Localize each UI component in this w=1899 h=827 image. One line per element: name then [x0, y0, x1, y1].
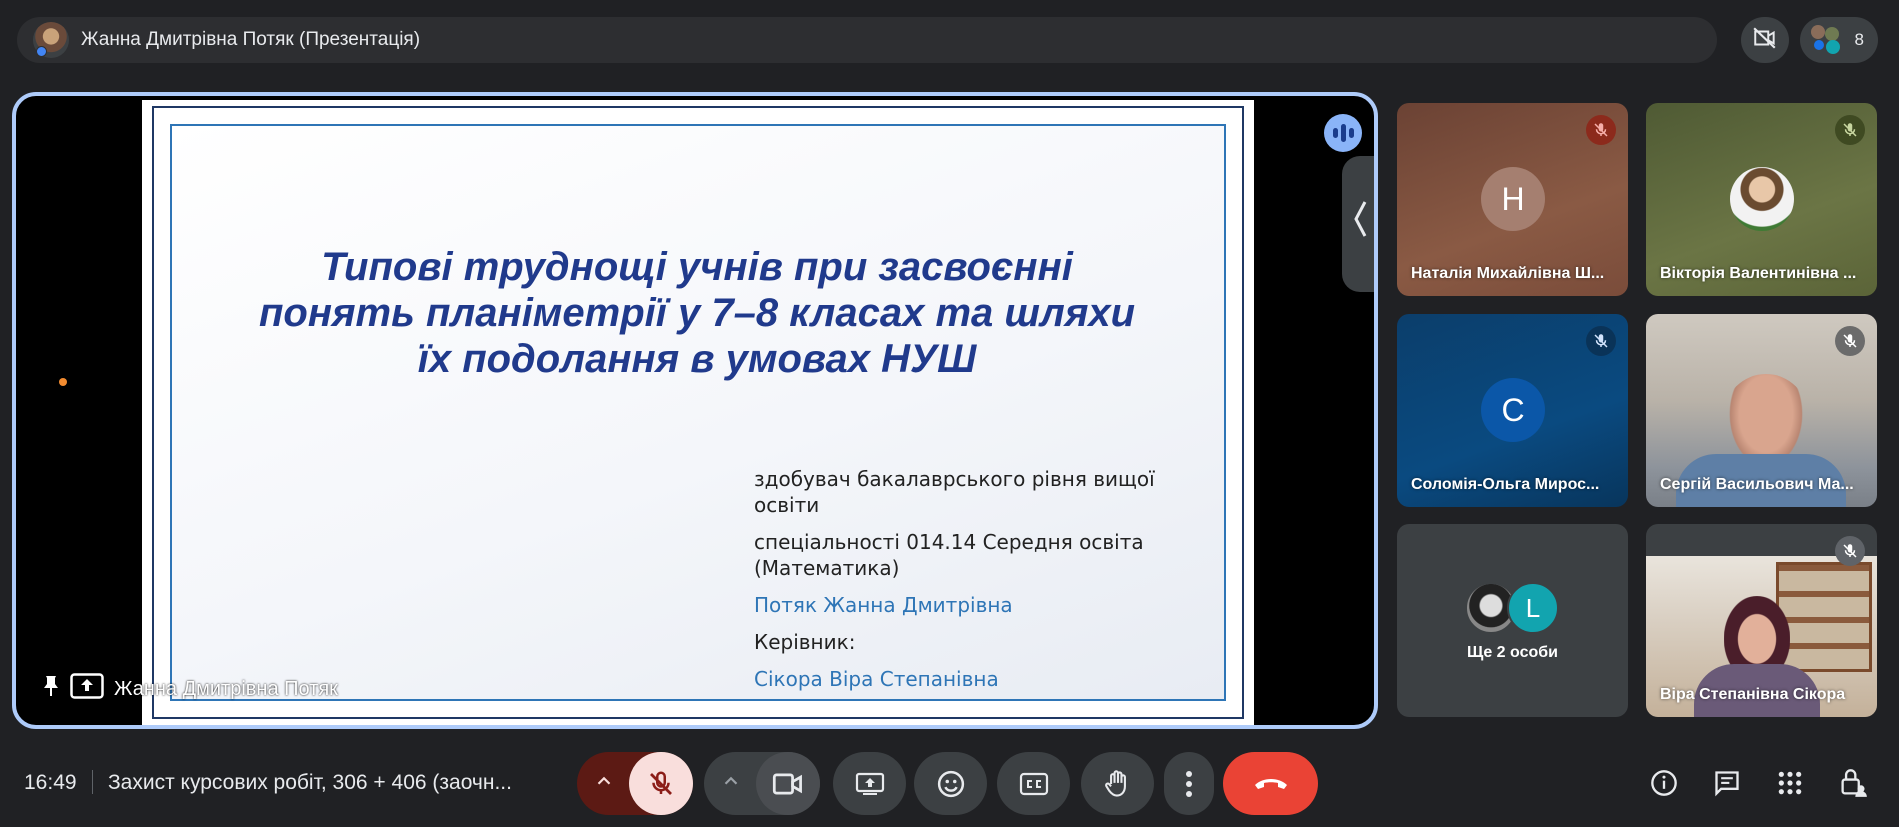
mic-off-icon: [1835, 536, 1865, 566]
presentation-stage[interactable]: Типові труднощі учнів при засвоєнні поня…: [12, 92, 1378, 729]
mic-off-icon: [1586, 326, 1616, 356]
slide-supervisor-label: Керівник:: [754, 630, 856, 654]
slide-title-line: понять планіметрії у 7–8 класах та шляхи: [258, 291, 1136, 335]
meeting-details-button[interactable]: [1646, 765, 1682, 801]
slide-title-line: Типові труднощі учнів при засвоєнні: [321, 245, 1073, 289]
participant-name: Сергій Васильович Ма...: [1660, 476, 1854, 493]
camera-icon: [772, 772, 802, 795]
audio-options-button[interactable]: [593, 770, 615, 792]
participant-tile[interactable]: Сергій Васильович Ма...: [1646, 314, 1877, 507]
slide-supervisor-name: Сікора Віра Степанівна: [754, 667, 999, 691]
leave-call-button[interactable]: [1223, 752, 1318, 815]
present-button[interactable]: [833, 752, 906, 815]
collapse-panel-button[interactable]: [1342, 156, 1374, 292]
video-options-button[interactable]: [720, 770, 742, 792]
activities-button[interactable]: [1772, 765, 1808, 801]
reactions-button[interactable]: [914, 752, 987, 815]
raise-hand-button[interactable]: [1081, 752, 1154, 815]
slide-author-block: здобувач бакалаврського рівня вищої осві…: [754, 466, 1214, 703]
participants-avatars: [1811, 25, 1841, 55]
presenter-bar[interactable]: Жанна Дмитрівна Потяк (Презентація): [17, 17, 1717, 63]
participant-name: Соломія-Ольга Мирос...: [1411, 476, 1600, 493]
meeting-title[interactable]: Захист курсових робіт, 306 + 406 (заочн.…: [108, 771, 512, 795]
participant-tile[interactable]: С Соломія-Ольга Мирос...: [1397, 314, 1628, 507]
activity-dot: [59, 378, 67, 386]
chevron-up-icon: [724, 776, 738, 785]
end-call-icon: [1254, 778, 1287, 789]
participant-tile[interactable]: Віра Степанівна Сікора: [1646, 524, 1877, 717]
participant-name: Наталія Михайлівна Ш...: [1411, 265, 1605, 282]
slide-title: Типові труднощі учнів при засвоєнні поня…: [212, 244, 1182, 382]
host-controls-button[interactable]: [1835, 765, 1871, 801]
participant-tile[interactable]: Вікторія Валентинівна ...: [1646, 103, 1877, 296]
mic-off-icon: [650, 771, 672, 795]
participants-button[interactable]: 8: [1800, 17, 1878, 63]
slide-content: Типові труднощі учнів при засвоєнні поня…: [170, 124, 1226, 701]
avatar-letter: С: [1481, 378, 1545, 442]
mic-toggle-button[interactable]: [629, 752, 693, 815]
more-options-button[interactable]: [1164, 752, 1214, 815]
lock-person-icon: [1841, 769, 1867, 797]
captions-button[interactable]: [997, 752, 1070, 815]
chat-button[interactable]: [1709, 765, 1745, 801]
hand-icon: [1104, 769, 1126, 797]
mic-off-icon: [1835, 326, 1865, 356]
speaking-indicator-icon: [1324, 114, 1362, 152]
presenter-caption: Жанна Дмитрівна Потяк: [114, 677, 338, 700]
slide-author-name: Потяк Жанна Дмитрівна: [754, 593, 1013, 617]
more-vert-icon: [1186, 770, 1192, 797]
divider: [92, 770, 93, 794]
presenting-icon: [70, 673, 104, 705]
apps-grid-icon: [1778, 771, 1802, 795]
clock: 16:49: [24, 771, 77, 794]
mic-off-icon: [1586, 115, 1616, 145]
chat-icon: [1715, 771, 1739, 797]
avatar-letter: L: [1507, 582, 1559, 634]
pin-icon[interactable]: [42, 675, 60, 703]
slide-title-line: їх подолання в умовах НУШ: [417, 337, 977, 381]
audio-control-group: [577, 752, 693, 815]
participant-name: Вікторія Валентинівна ...: [1660, 265, 1857, 282]
video-control-group: [704, 752, 820, 815]
presenter-title: Жанна Дмитрівна Потяк (Презентація): [81, 29, 421, 50]
participant-name: Віра Степанівна Сікора: [1660, 686, 1846, 703]
chevron-up-icon: [597, 776, 611, 785]
slide-degree-line: здобувач бакалаврського рівня вищої осві…: [754, 467, 1155, 517]
avatar-photo: [1730, 167, 1794, 231]
slide-specialty-line: спеціальності 014.14 Середня освіта (Мат…: [754, 530, 1144, 580]
camera-toggle-button[interactable]: [756, 752, 820, 815]
mic-off-icon: [1835, 115, 1865, 145]
emoji-icon: [937, 770, 964, 797]
presenter-avatar: [33, 22, 69, 58]
participant-tile[interactable]: L Ще 2 особи: [1397, 524, 1628, 717]
present-screen-icon: [855, 772, 884, 795]
participant-count: 8: [1854, 30, 1864, 49]
stage-caption: Жанна Дмитрівна Потяк: [42, 673, 338, 705]
presentation-slide: Типові труднощі учнів при засвоєнні поня…: [142, 100, 1254, 725]
info-icon: [1651, 770, 1677, 796]
participant-tile[interactable]: Н Наталія Михайлівна Ш...: [1397, 103, 1628, 296]
chevron-left-icon: [1352, 199, 1368, 249]
hide-self-view-button[interactable]: [1741, 17, 1789, 63]
camera-off-icon: [1752, 25, 1778, 56]
captions-icon: [1019, 772, 1048, 795]
avatar-letter: Н: [1481, 167, 1545, 231]
more-participants-label: Ще 2 особи: [1467, 644, 1558, 661]
